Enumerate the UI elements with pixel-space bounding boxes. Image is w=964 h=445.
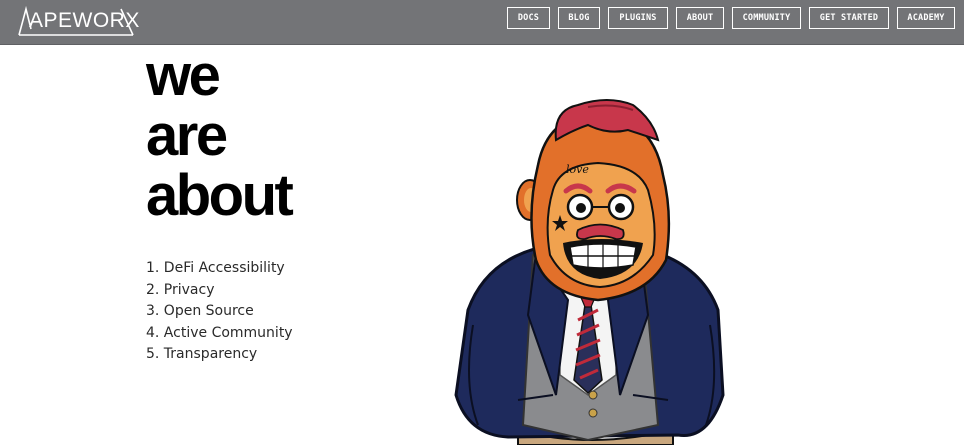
nav-get-started[interactable]: GET STARTED	[809, 7, 889, 29]
headline-line-3: about	[146, 163, 294, 228]
list-item: 4. Active Community	[146, 324, 293, 341]
headline-line-1: we	[146, 43, 221, 108]
nav-about[interactable]: ABOUT	[676, 7, 724, 29]
nav-docs[interactable]: DOCS	[507, 7, 550, 29]
nav-blog[interactable]: BLOG	[558, 7, 600, 29]
logo-text: APEWORX	[29, 9, 140, 32]
apeworx-logo[interactable]: APEWORX	[17, 5, 139, 37]
nav-academy[interactable]: ACADEMY	[897, 7, 955, 29]
list-item: 1. DeFi Accessibility	[146, 260, 285, 276]
list-item: 3. Open Source	[146, 303, 254, 319]
ape-mascot-illustration: love	[454, 99, 725, 445]
list-item: 2. Privacy	[146, 281, 215, 298]
headline-line-2: are	[146, 103, 228, 168]
love-tattoo: love	[566, 163, 589, 176]
top-navbar: APEWORX DOCS BLOG PLUGINS ABOUT COMMUNIT…	[0, 0, 964, 45]
values-list: 1. DeFi Accessibility 2. Privacy 3. Open…	[146, 258, 293, 366]
nav-community[interactable]: COMMUNITY	[732, 7, 801, 29]
list-item: 5. Transparency	[146, 346, 258, 362]
hero-headline: we are about	[146, 46, 366, 226]
nav-plugins[interactable]: PLUGINS	[608, 7, 668, 29]
